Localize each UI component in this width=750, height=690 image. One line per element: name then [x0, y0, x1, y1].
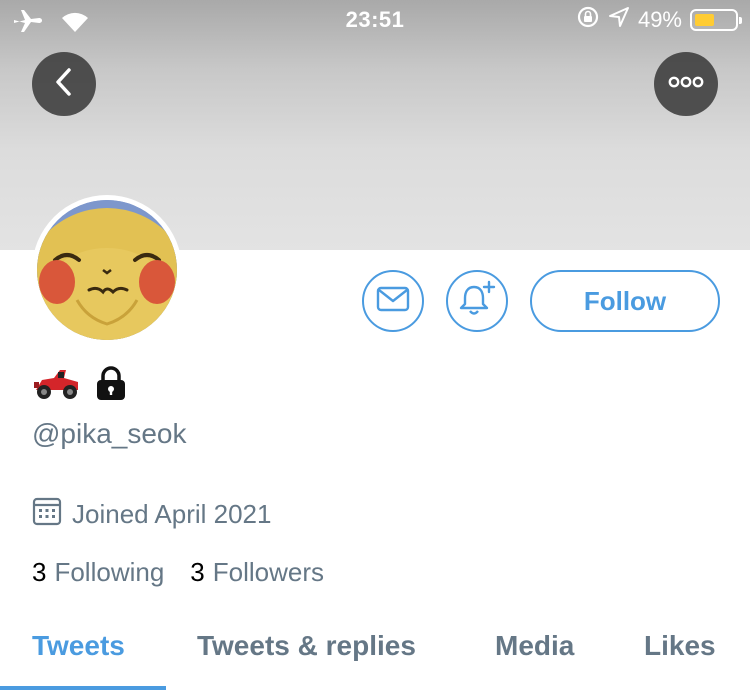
avatar[interactable]: [32, 195, 182, 345]
envelope-icon: [376, 285, 410, 318]
ellipsis-icon: [668, 75, 704, 93]
notifications-button[interactable]: [446, 270, 508, 332]
chevron-left-icon: [52, 67, 76, 102]
location-arrow-icon: [608, 6, 630, 34]
rotation-lock-icon: [576, 5, 600, 35]
back-button[interactable]: [32, 52, 96, 116]
racing-car-emoji: [32, 366, 82, 407]
joined-date: Joined April 2021: [32, 496, 271, 533]
profile-tabs: Tweets Tweets & replies Media Likes: [0, 628, 750, 690]
followers-count: 3: [190, 557, 205, 587]
lock-icon: [94, 366, 128, 407]
more-button[interactable]: [654, 52, 718, 116]
display-name: [32, 366, 128, 407]
follow-button[interactable]: Follow: [530, 270, 720, 332]
following-link[interactable]: 3 Following: [32, 557, 164, 588]
battery-fill: [695, 14, 714, 26]
battery-tip: [739, 17, 742, 24]
status-right: 49%: [576, 5, 742, 35]
battery-percent: 49%: [637, 7, 682, 32]
active-tab-indicator: [0, 686, 166, 690]
following-count: 3: [32, 557, 47, 587]
tab-tweets-replies[interactable]: Tweets & replies: [197, 630, 416, 662]
follow-stats: 3 Following 3 Followers: [32, 557, 324, 588]
following-label: Following: [54, 557, 165, 587]
tab-media[interactable]: Media: [495, 630, 574, 662]
avatar-image: [37, 200, 177, 340]
tab-tweets[interactable]: Tweets: [32, 630, 125, 662]
followers-label: Followers: [212, 557, 325, 587]
message-button[interactable]: [362, 270, 424, 332]
followers-link[interactable]: 3 Followers: [190, 557, 324, 588]
tab-likes[interactable]: Likes: [644, 630, 716, 662]
calendar-icon: [32, 496, 62, 533]
bell-plus-icon: [457, 280, 497, 323]
status-bar: 23:51 49%: [0, 0, 750, 42]
joined-label: Joined April 2021: [72, 499, 272, 529]
profile-handle: @pika_seok: [32, 418, 187, 449]
battery-icon: [690, 9, 742, 31]
